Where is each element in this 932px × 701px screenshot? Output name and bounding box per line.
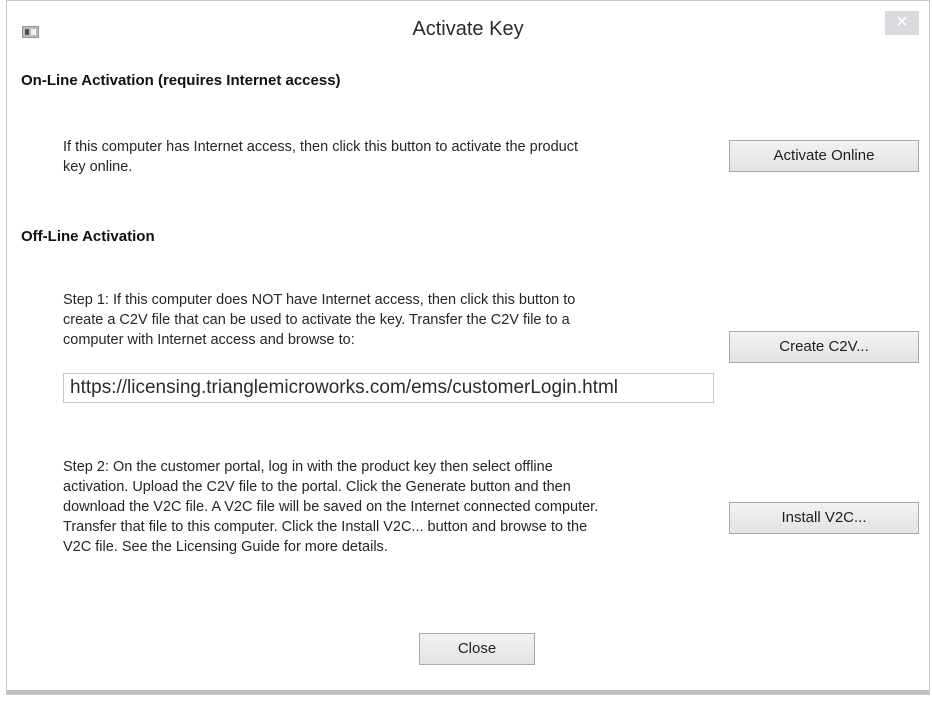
step2-description: Step 2: On the customer portal, log in w…: [63, 457, 723, 557]
close-icon[interactable]: ✕: [885, 11, 919, 35]
step1-description: Step 1: If this computer does NOT have I…: [63, 290, 713, 350]
activate-online-button[interactable]: Activate Online: [729, 140, 919, 172]
online-description: If this computer has Internet access, th…: [63, 137, 713, 177]
close-button[interactable]: Close: [419, 633, 535, 665]
online-description-line: If this computer has Internet access, th…: [63, 139, 579, 155]
dialog-title: Activate Key: [412, 18, 524, 40]
step2-line: V2C file. See the Licensing Guide for mo…: [63, 539, 388, 555]
step2-line: Transfer that file to this computer. Cli…: [63, 519, 588, 535]
create-c2v-button[interactable]: Create C2V...: [729, 331, 919, 363]
step2-line: download the V2C file. A V2C file will b…: [63, 499, 599, 515]
online-description-line: key online.: [63, 159, 133, 175]
step1-line: Step 1: If this computer does NOT have I…: [63, 292, 576, 308]
portal-url-field[interactable]: https://licensing.trianglemicroworks.com…: [63, 373, 714, 403]
title-bar: Activate Key ✕: [7, 1, 929, 62]
online-activation-heading: On-Line Activation (requires Internet ac…: [21, 72, 341, 89]
activate-key-dialog: Activate Key ✕ On-Line Activation (requi…: [6, 0, 930, 695]
step2-line: Step 2: On the customer portal, log in w…: [63, 459, 553, 475]
offline-activation-heading: Off-Line Activation: [21, 228, 155, 245]
step1-line: computer with Internet access and browse…: [63, 332, 355, 348]
step2-line: activation. Upload the C2V file to the p…: [63, 479, 571, 495]
dialog-content: On-Line Activation (requires Internet ac…: [7, 61, 929, 694]
step1-line: create a C2V file that can be used to ac…: [63, 312, 570, 328]
install-v2c-button[interactable]: Install V2C...: [729, 502, 919, 534]
